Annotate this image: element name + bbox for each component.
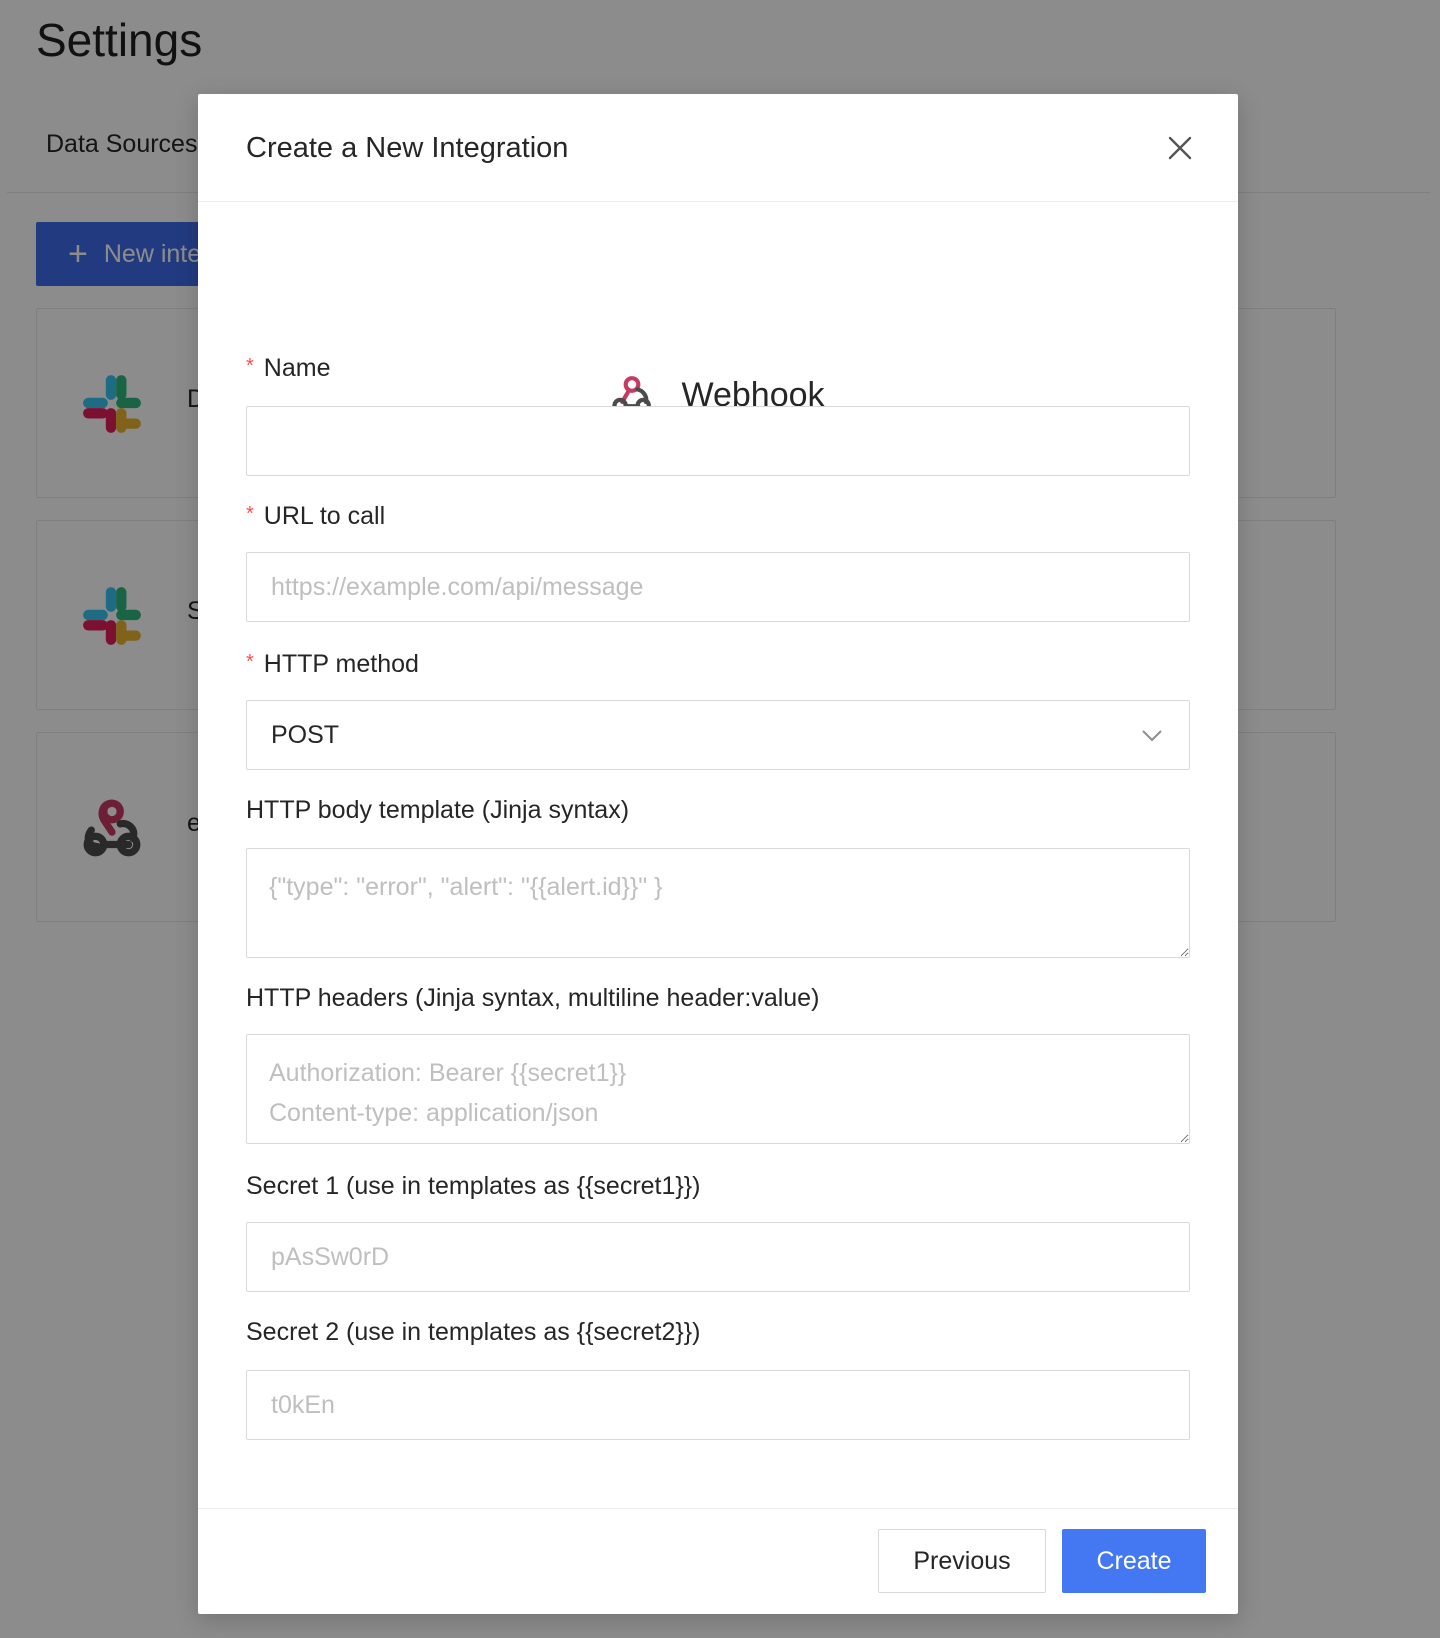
create-button[interactable]: Create [1062,1529,1206,1593]
chevron-down-icon [1142,730,1162,742]
secret2-label: Secret 2 (use in templates as {{secret2}… [246,1318,701,1346]
create-integration-modal: Create a New Integration Webhook * Name *… [198,94,1238,1614]
name-input[interactable] [246,406,1190,476]
http-method-label: * HTTP method [246,650,419,678]
body-template-textarea[interactable] [246,848,1190,958]
required-marker: * [246,651,254,673]
http-method-value: POST [271,720,340,749]
headers-textarea[interactable] [246,1034,1190,1144]
modal-title: Create a New Integration [246,132,569,164]
secret1-label: Secret 1 (use in templates as {{secret1}… [246,1172,701,1200]
url-label: * URL to call [246,502,386,530]
previous-button[interactable]: Previous [878,1529,1046,1593]
body-template-label: HTTP body template (Jinja syntax) [246,796,630,824]
secret2-input[interactable] [246,1370,1190,1440]
name-label: * Name [246,354,331,382]
close-icon[interactable] [1160,128,1200,168]
secret1-input[interactable] [246,1222,1190,1292]
headers-label: HTTP headers (Jinja syntax, multiline he… [246,984,820,1012]
modal-header: Create a New Integration [198,94,1238,202]
modal-footer: Previous Create [198,1508,1238,1614]
required-marker: * [246,503,254,525]
http-method-select[interactable]: POST [246,700,1190,770]
required-marker: * [246,355,254,377]
url-input[interactable] [246,552,1190,622]
